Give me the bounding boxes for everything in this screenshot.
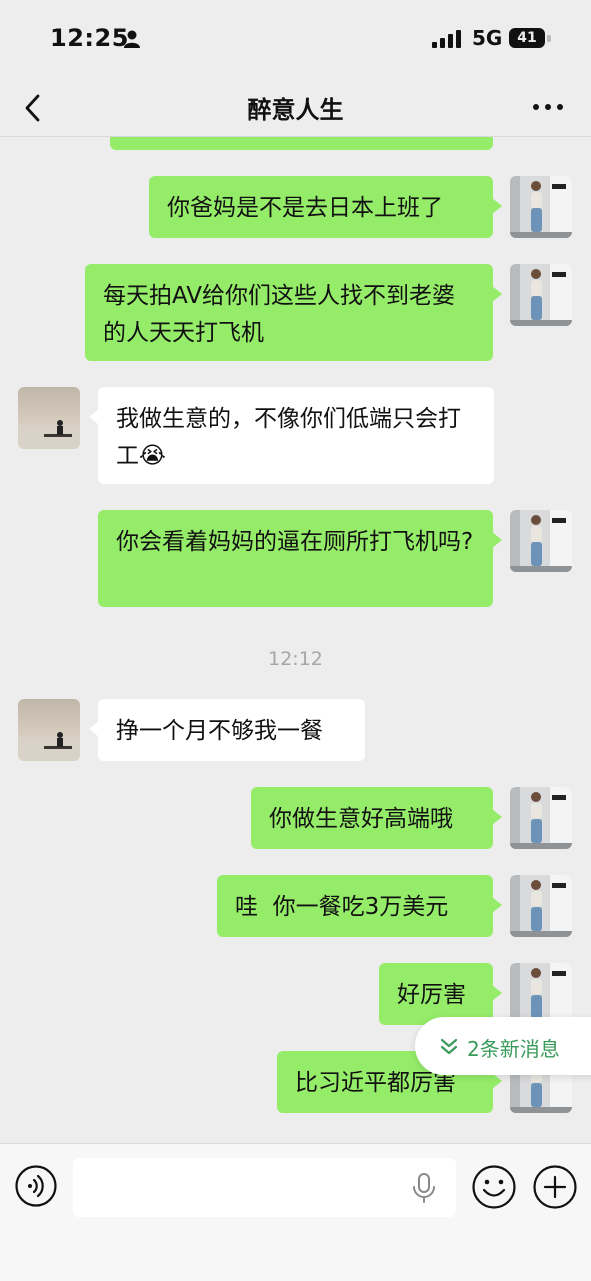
new-messages-label: 2条新消息 [467,1037,560,1061]
message-bubble-me[interactable]: 哇 你一餐吃3万美元 [217,875,502,937]
new-messages-button[interactable]: 2条新消息 [415,1017,591,1075]
my-avatar[interactable] [510,176,572,238]
message-bubble-me[interactable]: 每天拍AV给你们这些人找不到老婆的人天天打飞机 [85,264,502,361]
message-bubble-me[interactable]: 你爸妈是不是去日本上班了 [149,176,502,238]
battery-icon: 41 [509,28,545,48]
message-input[interactable] [73,1158,456,1217]
double-chevron-down-icon [440,1038,458,1055]
more-dots-icon[interactable] [528,92,568,122]
message-bubble-me[interactable]: 你做生意好高端哦 [251,787,502,849]
signal-icon [432,30,462,48]
message-bubble-me[interactable] [110,137,493,150]
network-label: 5G [472,26,503,50]
message-bubble-other[interactable]: 我做生意的，不像你们低端只会打工😭 [89,387,494,484]
message-bubble-me[interactable]: 好厉害 [379,963,502,1025]
my-avatar[interactable] [510,963,572,1025]
contact-avatar[interactable] [18,387,80,449]
person-icon [124,30,140,48]
input-bar [0,1143,591,1281]
microphone-icon[interactable] [410,1172,438,1204]
battery-level: 41 [517,30,537,46]
battery-tip [547,35,551,42]
my-avatar[interactable] [510,264,572,326]
status-time: 12:25 [50,24,129,52]
status-bar: 12:25 5G 41 [0,0,591,78]
nav-bar: 醉意人生 [0,78,591,137]
my-avatar[interactable] [510,787,572,849]
plus-icon[interactable] [532,1164,578,1210]
my-avatar[interactable] [510,875,572,937]
contact-avatar[interactable] [18,699,80,761]
emoji-icon[interactable] [471,1164,517,1210]
my-avatar[interactable] [510,510,572,572]
message-bubble-other[interactable]: 挣一个月不够我一餐 [89,699,365,761]
voice-icon[interactable] [14,1164,58,1208]
message-bubble-me[interactable]: 你会看着妈妈的逼在厕所打飞机吗? [98,510,502,607]
chat-title: 醉意人生 [247,96,344,124]
chat-area: 你爸妈是不是去日本上班了 每天拍AV给你们这些人找不到老婆的人天天打飞机 我做生… [0,137,591,1143]
timestamp: 12:12 [268,648,323,670]
